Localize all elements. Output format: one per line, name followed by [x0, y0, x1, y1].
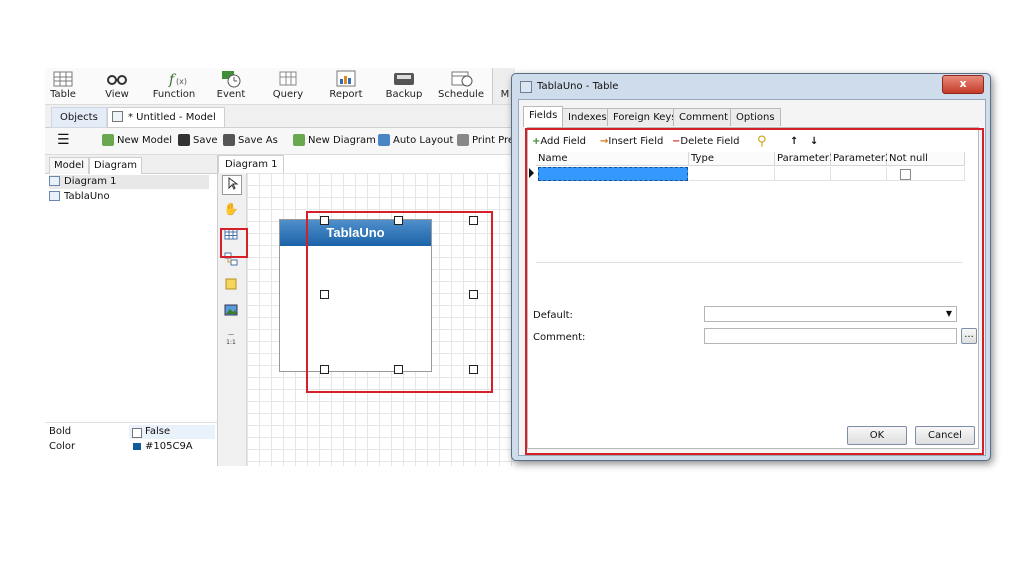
highlight-table-tool	[220, 228, 248, 258]
property-row-color[interactable]: Color #105C9A	[45, 440, 217, 450]
hamburger-icon[interactable]: ☰	[57, 133, 70, 149]
ribbon-report-label: Report	[329, 89, 363, 100]
left-pane: Model Diagram Diagram 1 TablaUno Bold Fa…	[45, 155, 218, 466]
model-toolbar: ☰ New Model Save Save As New Diagram Aut…	[45, 128, 515, 155]
svg-text:(x): (x)	[176, 77, 187, 86]
tab-fields[interactable]: Fields	[523, 106, 564, 127]
new-diagram-label: New Diagram	[308, 135, 376, 146]
query-icon	[273, 68, 303, 88]
property-row-bold[interactable]: Bold False	[45, 425, 217, 439]
tab-diagram[interactable]: Diagram	[89, 157, 142, 174]
close-button[interactable]: x	[942, 75, 984, 94]
ribbon-function-button[interactable]: f (x) Function	[148, 68, 200, 104]
new-diagram-button[interactable]: New Diagram	[293, 133, 376, 149]
save-button[interactable]: Save	[178, 133, 218, 149]
tab-indexes[interactable]: Indexes	[562, 108, 613, 126]
diagram-vertical-toolbar: ✋ —1:1	[218, 173, 247, 466]
dialog-title-bar: TablaUno - Table	[520, 78, 618, 96]
diagram-icon	[49, 176, 60, 186]
close-icon: x	[959, 77, 967, 90]
save-as-label: Save As	[238, 135, 278, 146]
ribbon-table-label: Table	[50, 89, 76, 100]
ribbon-query-label: Query	[272, 89, 304, 100]
pointer-tool-icon[interactable]	[222, 175, 242, 195]
print-preview-icon	[457, 134, 469, 146]
new-model-icon	[102, 134, 114, 146]
save-label: Save	[193, 135, 218, 146]
tree-item-tablauno-label: TablaUno	[64, 191, 110, 202]
ribbon-schedule-label: Schedule	[438, 89, 484, 100]
ribbon-report-button[interactable]: Report	[320, 68, 372, 104]
backup-icon	[389, 68, 419, 88]
highlight-fields-panel	[525, 128, 984, 455]
ribbon-query-button[interactable]: Query	[262, 68, 314, 104]
tab-options[interactable]: Options	[730, 108, 781, 126]
ribbon-table-button[interactable]: Table	[45, 68, 89, 104]
dialog-title: TablaUno - Table	[537, 81, 619, 92]
property-name-color: Color	[49, 441, 76, 450]
new-diagram-icon	[293, 134, 305, 146]
tab-untitled-model-label: * Untitled - Model	[128, 112, 216, 123]
property-value-color: #105C9A	[145, 441, 193, 450]
property-name-bold: Bold	[49, 426, 72, 437]
properties-panel: Bold False Color #105C9A	[45, 422, 217, 466]
glasses-icon	[102, 68, 132, 88]
report-icon	[331, 68, 361, 88]
table-icon	[49, 191, 60, 201]
new-model-button[interactable]: New Model	[102, 133, 172, 149]
tab-untitled-model[interactable]: * Untitled - Model	[107, 107, 225, 128]
hand-tool-icon[interactable]: ✋	[222, 200, 240, 218]
ribbon-view-label: View	[105, 89, 129, 100]
tab-foreign-keys[interactable]: Foreign Keys	[607, 108, 683, 126]
tree-item-diagram-1[interactable]: Diagram 1	[49, 175, 209, 189]
function-icon: f (x)	[159, 68, 189, 88]
new-model-label: New Model	[117, 135, 173, 146]
print-preview-button[interactable]: Print Pre	[457, 133, 514, 149]
auto-layout-icon	[378, 134, 390, 146]
auto-layout-button[interactable]: Auto Layout	[378, 133, 453, 149]
tab-comment[interactable]: Comment	[673, 108, 734, 126]
model-file-icon	[112, 111, 123, 122]
ribbon-event-label: Event	[216, 89, 246, 100]
calendar-icon	[446, 68, 476, 88]
property-value-bold[interactable]: False	[129, 425, 215, 439]
table-icon	[48, 68, 78, 88]
zoom-reset-icon[interactable]: —1:1	[222, 331, 240, 349]
clock-icon	[216, 68, 246, 88]
print-preview-label: Print Pre	[472, 135, 515, 146]
save-as-button[interactable]: Save As	[223, 133, 278, 149]
ribbon-backup-button[interactable]: Backup	[378, 68, 430, 104]
ribbon-backup-label: Backup	[385, 89, 423, 100]
tab-objects[interactable]: Objects	[51, 107, 107, 128]
ribbon-event-button[interactable]: Event	[205, 68, 257, 104]
checkbox-icon	[132, 428, 142, 438]
tab-model[interactable]: Model	[49, 157, 90, 174]
color-swatch	[133, 443, 141, 450]
tab-diagram-1[interactable]: Diagram 1	[218, 155, 285, 174]
ribbon-toolbar: Table View f (x) Function Event Query Re…	[45, 68, 515, 105]
table-edit-icon	[520, 81, 532, 93]
left-pane-tabs: Model Diagram	[45, 155, 217, 174]
image-tool-icon[interactable]	[222, 303, 240, 321]
save-icon	[178, 134, 190, 146]
note-tool-icon[interactable]	[222, 277, 240, 295]
highlight-entity	[306, 211, 493, 393]
ribbon-function-label: Function	[152, 89, 196, 100]
save-as-icon	[223, 134, 235, 146]
tree-item-diagram-1-label: Diagram 1	[64, 176, 117, 187]
auto-layout-label: Auto Layout	[393, 135, 454, 146]
ribbon-schedule-button[interactable]: Schedule	[435, 68, 487, 104]
property-value-bold-text: False	[145, 426, 171, 437]
document-tabs: Objects * Untitled - Model	[45, 105, 515, 128]
tree-item-tablauno[interactable]: TablaUno	[49, 190, 110, 204]
ribbon-view-button[interactable]: View	[91, 68, 143, 104]
